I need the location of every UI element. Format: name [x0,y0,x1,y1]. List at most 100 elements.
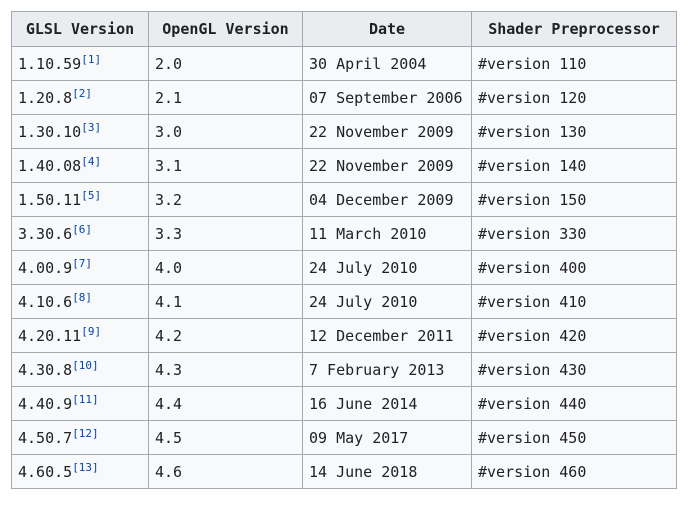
table-row: 4.00.9[7] 4.0 24 July 2010 #version 400 [11,250,677,285]
cell-shader-preprocessor: #version 430 [471,352,677,387]
cell-opengl-version: 4.4 [148,386,303,421]
cell-opengl-version: 2.1 [148,80,303,115]
table-row: 4.20.11[9] 4.2 12 December 2011 #version 42… [11,318,677,353]
table-row: 1.50.11[5] 3.2 04 December 2009 #version 15… [11,182,677,217]
cell-shader-preprocessor: #version 450 [471,420,677,455]
glsl-version-table-container: GLSL Version OpenGL Version Date Shader … [11,11,677,489]
table-row: 1.10.59[1] 2.0 30 April 2004 #version 110 [11,46,677,81]
table-row: 4.10.6[8] 4.1 24 July 2010 #version 410 [11,284,677,319]
cell-shader-preprocessor: #version 130 [471,114,677,149]
cell-shader-preprocessor: #version 460 [471,454,677,489]
reference-link[interactable]: [8] [72,291,92,304]
reference-superscript: [1] [81,53,101,66]
cell-glsl-version: 1.40.08[4] [11,148,149,183]
reference-superscript: [9] [81,325,101,338]
reference-superscript: [12] [72,427,99,440]
table-row: 4.30.8[10] 4.3 7 February 2013 #version 430 [11,352,677,387]
glsl-version-text: 1.30.10 [18,122,82,141]
cell-shader-preprocessor: #version 140 [471,148,677,183]
reference-superscript: [6] [72,223,92,236]
cell-date: 24 July 2010 [302,250,472,285]
cell-shader-preprocessor: #version 440 [471,386,677,421]
cell-opengl-version: 4.0 [148,250,303,285]
cell-opengl-version: 3.1 [148,148,303,183]
cell-opengl-version: 3.2 [148,182,303,217]
table-row: 3.30.6[6] 3.3 11 March 2010 #version 330 [11,216,677,251]
reference-superscript: [7] [72,257,92,270]
header-date[interactable]: Date [302,11,472,47]
reference-link[interactable]: [5] [81,189,101,202]
reference-superscript: [11] [72,393,99,406]
cell-date: 30 April 2004 [302,46,472,81]
cell-opengl-version: 4.3 [148,352,303,387]
header-glsl-version[interactable]: GLSL Version [11,11,149,47]
cell-glsl-version: 1.10.59[1] [11,46,149,81]
table-row: 4.40.9[11] 4.4 16 June 2014 #version 440 [11,386,677,421]
glsl-version-text: 4.40.9 [18,394,73,413]
cell-date: 09 May 2017 [302,420,472,455]
cell-date: 11 March 2010 [302,216,472,251]
reference-superscript: [10] [72,359,99,372]
reference-link[interactable]: [6] [72,223,92,236]
table-row: 4.60.5[13] 4.6 14 June 2018 #version 460 [11,454,677,489]
cell-date: 16 June 2014 [302,386,472,421]
reference-link[interactable]: [3] [81,121,101,134]
cell-glsl-version: 4.10.6[8] [11,284,149,319]
reference-link[interactable]: [9] [81,325,101,338]
glsl-version-text: 1.20.8 [18,88,73,107]
table-row: 1.40.08[4] 3.1 22 November 2009 #version 14… [11,148,677,183]
glsl-version-text: 3.30.6 [18,224,73,243]
reference-link[interactable]: [13] [72,461,99,474]
glsl-version-text: 4.10.6 [18,292,73,311]
cell-date: 7 February 2013 [302,352,472,387]
reference-superscript: [2] [72,87,92,100]
reference-superscript: [5] [81,189,101,202]
cell-opengl-version: 4.6 [148,454,303,489]
reference-superscript: [3] [81,121,101,134]
cell-opengl-version: 2.0 [148,46,303,81]
cell-shader-preprocessor: #version 110 [471,46,677,81]
cell-date: 22 November 2009 [302,148,472,183]
glsl-version-text: 1.40.08 [18,156,82,175]
table-row: 1.20.8[2] 2.1 07 September 2006 #version 12… [11,80,677,115]
reference-link[interactable]: [12] [72,427,99,440]
header-shader-preprocessor[interactable]: Shader Preprocessor [471,11,677,47]
cell-shader-preprocessor: #version 150 [471,182,677,217]
cell-date: 04 December 2009 [302,182,472,217]
cell-glsl-version: 3.30.6[6] [11,216,149,251]
cell-shader-preprocessor: #version 410 [471,284,677,319]
glsl-version-text: 1.50.11 [18,190,82,209]
reference-superscript: [13] [72,461,99,474]
reference-link[interactable]: [1] [81,53,101,66]
reference-link[interactable]: [2] [72,87,92,100]
cell-glsl-version: 1.50.11[5] [11,182,149,217]
cell-glsl-version: 1.20.8[2] [11,80,149,115]
reference-superscript: [4] [81,155,101,168]
table-row: 1.30.10[3] 3.0 22 November 2009 #version 13… [11,114,677,149]
cell-glsl-version: 4.60.5[13] [11,454,149,489]
cell-date: 22 November 2009 [302,114,472,149]
reference-link[interactable]: [11] [72,393,99,406]
cell-glsl-version: 4.50.7[12] [11,420,149,455]
glsl-version-text: 4.60.5 [18,462,73,481]
cell-opengl-version: 3.3 [148,216,303,251]
cell-glsl-version: 4.00.9[7] [11,250,149,285]
cell-shader-preprocessor: #version 400 [471,250,677,285]
cell-shader-preprocessor: #version 120 [471,80,677,115]
reference-link[interactable]: [10] [72,359,99,372]
cell-shader-preprocessor: #version 330 [471,216,677,251]
header-opengl-version[interactable]: OpenGL Version [148,11,303,47]
cell-opengl-version: 3.0 [148,114,303,149]
cell-glsl-version: 4.20.11[9] [11,318,149,353]
glsl-version-table: GLSL Version OpenGL Version Date Shader … [11,11,677,489]
glsl-version-text: 4.30.8 [18,360,73,379]
reference-link[interactable]: [7] [72,257,92,270]
table-row: 4.50.7[12] 4.5 09 May 2017 #version 450 [11,420,677,455]
cell-opengl-version: 4.2 [148,318,303,353]
cell-glsl-version: 4.30.8[10] [11,352,149,387]
cell-date: 07 September 2006 [302,80,472,115]
cell-shader-preprocessor: #version 420 [471,318,677,353]
reference-superscript: [8] [72,291,92,304]
glsl-version-text: 4.20.11 [18,326,82,345]
reference-link[interactable]: [4] [81,155,101,168]
